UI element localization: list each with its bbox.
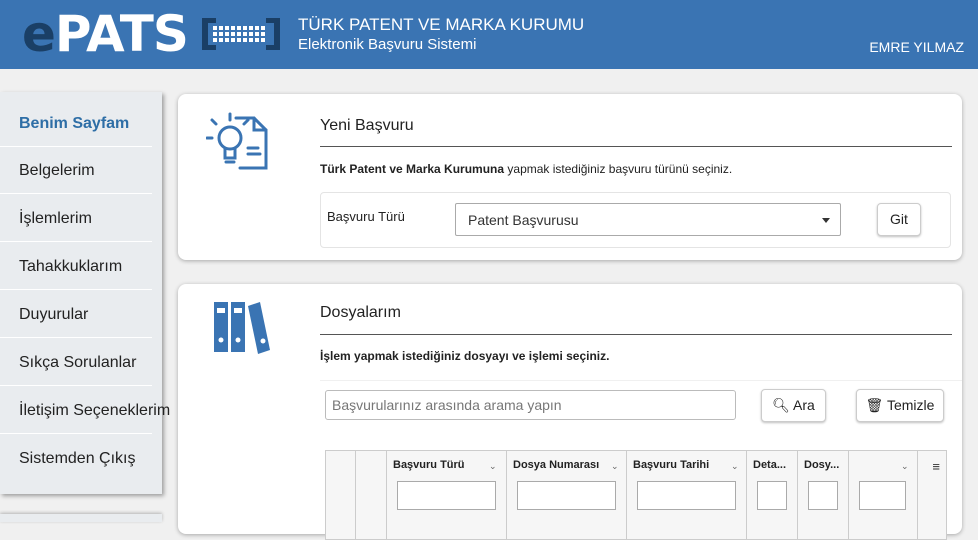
org-title: TÜRK PATENT VE MARKA KURUMU — [298, 15, 585, 34]
my-files-title: Dosyalarım — [320, 304, 401, 321]
sidebar-item-label: Tahakkuklarım — [19, 258, 123, 275]
binders-icon — [214, 302, 270, 354]
column-basvuru-turu[interactable]: Başvuru Türü ⌄ — [387, 451, 507, 539]
clear-button[interactable]: 🗑︎ Temizle — [856, 389, 944, 422]
application-type-row: Başvuru Türü Patent Başvurusu Git — [320, 192, 951, 248]
sidebar: Benim Sayfam Belgelerim İşlemlerim Tahak… — [0, 92, 170, 494]
chevron-down-icon: ⌄ — [611, 461, 619, 471]
sidebar-item-belgelerim[interactable]: Belgelerim — [0, 147, 152, 194]
sidebar-item-duyurular[interactable]: Duyurular — [0, 291, 152, 338]
chevron-down-icon: ⌄ — [731, 461, 739, 471]
user-name[interactable]: EMRE YILMAZ — [869, 39, 964, 55]
org-subtitle: Elektronik Başvuru Sistemi — [298, 36, 477, 53]
chevron-down-icon: ⌄ — [489, 461, 497, 471]
epats-logo[interactable]: ePATS — [22, 6, 189, 62]
filter-input[interactable] — [859, 481, 906, 510]
filter-input[interactable] — [397, 481, 496, 510]
sidebar-second-panel — [0, 514, 162, 522]
sidebar-item-sikca-sorulanlar[interactable]: Sıkça Sorulanlar — [0, 339, 152, 386]
column-dosya[interactable]: Dosy... — [798, 451, 849, 539]
sidebar-item-iletisim[interactable]: İletişim Seçeneklerim — [0, 387, 170, 434]
new-application-desc: Türk Patent ve Marka Kurumuna yapmak ist… — [320, 162, 733, 176]
app-header: ePATS TÜRK PATENT VE MARKA KURUMU Elektr… — [0, 0, 978, 69]
table-column-expand — [356, 451, 387, 539]
logo-keyboard-icon — [202, 18, 280, 50]
sidebar-item-label: Benim Sayfam — [19, 115, 130, 132]
sidebar-item-label: Sistemden Çıkış — [19, 450, 136, 467]
sidebar-item-label: Belgelerim — [19, 162, 95, 179]
sidebar-item-label: İletişim Seçeneklerim — [19, 402, 171, 419]
application-type-select[interactable]: Patent Başvurusu — [455, 203, 841, 236]
chevron-down-icon — [822, 218, 830, 223]
filter-input[interactable] — [637, 481, 736, 510]
search-icon: 🔍︎ — [772, 397, 790, 413]
sidebar-item-label: Duyurular — [19, 306, 89, 323]
search-bar: 🔍︎ Ara 🗑︎ Temizle — [320, 380, 962, 437]
sidebar-item-islemlerim[interactable]: İşlemlerim — [0, 195, 152, 242]
column-extra[interactable]: ⌄ — [849, 451, 918, 539]
column-dosya-numarasi[interactable]: Dosya Numarası ⌄ — [507, 451, 627, 539]
files-table: Başvuru Türü ⌄ Dosya Numarası ⌄ Başvuru Ta… — [325, 450, 947, 540]
lightbulb-document-icon — [206, 112, 268, 170]
column-detay[interactable]: Deta... — [747, 451, 798, 539]
filter-input[interactable] — [808, 481, 838, 510]
sidebar-item-tahakkuklarim[interactable]: Tahakkuklarım — [0, 243, 152, 290]
search-input[interactable] — [325, 390, 736, 420]
table-column-select — [326, 451, 356, 539]
sidebar-item-label: Sıkça Sorulanlar — [19, 354, 137, 371]
chevron-down-icon: ⌄ — [901, 461, 909, 471]
selected-type: Patent Başvurusu — [468, 212, 579, 228]
go-button[interactable]: Git — [877, 203, 921, 236]
application-type-label: Başvuru Türü — [327, 209, 405, 224]
menu-icon[interactable]: ≡ — [932, 459, 940, 474]
filter-input[interactable] — [757, 481, 787, 510]
my-files-card: Dosyalarım İşlem yapmak istediğiniz dosy… — [178, 284, 962, 540]
sidebar-item-benim-sayfam[interactable]: Benim Sayfam — [0, 100, 152, 147]
trash-icon: 🗑︎ — [865, 397, 884, 413]
sidebar-item-cikis[interactable]: Sistemden Çıkış — [0, 435, 152, 482]
title-divider — [320, 334, 952, 335]
column-basvuru-tarihi[interactable]: Başvuru Tarihi ⌄ — [627, 451, 747, 539]
search-button[interactable]: 🔍︎ Ara — [761, 389, 826, 422]
my-files-desc: İşlem yapmak istediğiniz dosyayı ve işle… — [320, 349, 610, 363]
sidebar-item-label: İşlemlerim — [19, 210, 92, 227]
new-application-title: Yeni Başvuru — [320, 117, 414, 134]
filter-input[interactable] — [517, 481, 616, 510]
new-application-card: Yeni Başvuru Türk Patent ve Marka Kurumu… — [178, 94, 962, 260]
title-divider — [320, 146, 952, 147]
